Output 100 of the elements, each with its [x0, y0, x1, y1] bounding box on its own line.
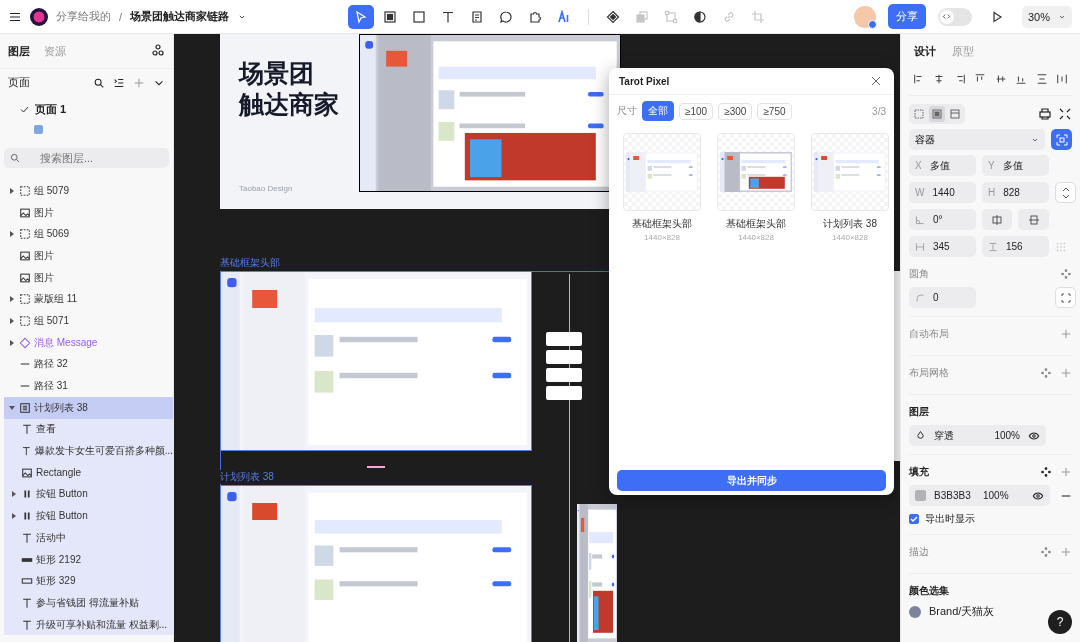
layer-row[interactable]: 路径 32 [4, 353, 173, 376]
align-middle-icon [994, 73, 1007, 85]
size-filter-chip[interactable]: ≥300 [718, 102, 753, 120]
half-circle-icon [693, 9, 707, 24]
frame-thumbnail[interactable] [623, 133, 701, 211]
share-button[interactable]: 分享 [887, 4, 926, 29]
frame-icon [19, 401, 31, 414]
layer-row[interactable]: 参与省钱团 得流量补贴 [4, 592, 173, 614]
file-title[interactable]: 场景团触达商家链路 [130, 9, 230, 24]
size-field[interactable]: W 1440 [909, 182, 976, 203]
color-style-name[interactable]: Brand/天猫灰 [929, 604, 995, 619]
layout-mode-button[interactable] [929, 106, 945, 122]
panel-tab[interactable]: 图层 [8, 43, 30, 59]
dot-grid-icon [1055, 240, 1067, 253]
layer-row[interactable]: 图片 [4, 201, 173, 224]
diamond-icon [19, 336, 31, 349]
layer-row[interactable]: 矩形 2192 [4, 548, 173, 571]
image-icon [19, 206, 31, 219]
text-icon [21, 596, 33, 609]
layer-row[interactable]: 蒙版组 11 [4, 288, 173, 311]
align-left-icon [913, 73, 925, 85]
panel-tab[interactable]: 设计 [914, 44, 936, 59]
slide-footer: Taobao Design [239, 184, 293, 193]
vertical-spacing-field[interactable]: 156 [982, 236, 1049, 257]
height-icon [988, 241, 998, 252]
zoom-dropdown[interactable]: 30% [1021, 5, 1072, 28]
image-icon [19, 271, 31, 284]
page-thumbnail-icon [34, 125, 43, 134]
layer-row[interactable]: 活动中 [4, 527, 173, 549]
type-select[interactable]: 容器 [909, 129, 1045, 150]
filter-label: 尺寸 [617, 104, 637, 118]
caret-icon [8, 338, 16, 347]
position-field[interactable]: X 多值 [909, 155, 976, 176]
layer-row[interactable]: 矩形 329 [4, 570, 173, 593]
puzzle-icon [528, 9, 542, 24]
fill-swatch[interactable] [915, 490, 926, 501]
note-icon [470, 9, 484, 24]
position-field[interactable]: Y 多值 [982, 155, 1049, 176]
blend-mode-field[interactable]: 穿透 100% [909, 425, 1046, 446]
layer-row[interactable]: 查看 [4, 418, 173, 441]
layer-row[interactable]: 图片 [4, 245, 173, 267]
fill-field[interactable]: B3B3B3 100% [909, 485, 1050, 506]
note-card [546, 368, 582, 382]
corner-radius-field[interactable]: 0 [909, 287, 976, 308]
pages-heading: 页面 [8, 75, 31, 90]
breadcrumb-link[interactable]: 分享给我的 [56, 9, 111, 24]
text-icon [441, 9, 455, 24]
breadcrumb-separator: / [119, 10, 123, 23]
frame-thumbnail[interactable] [717, 133, 795, 211]
section-heading: 布局网格 [909, 366, 950, 380]
layer-row[interactable]: 消息 Message [4, 331, 173, 354]
image-icon [19, 249, 31, 262]
layer-search-field[interactable]: 搜索图层... [4, 148, 169, 168]
export-button[interactable]: 导出并同步 [617, 470, 886, 491]
fit-content-button[interactable] [1051, 129, 1072, 150]
speech-bubble-icon [499, 9, 513, 24]
layer-row[interactable]: 计划列表 38 [4, 396, 173, 419]
layout-mode-button[interactable] [947, 106, 963, 122]
layer-row[interactable]: 路径 31 [4, 375, 173, 397]
rotation-field[interactable]: 0° [909, 209, 976, 230]
independent-corners-button[interactable] [1055, 287, 1076, 308]
flip-vertical-button[interactable] [1018, 209, 1049, 230]
check-icon [20, 105, 29, 114]
export-visible-checkbox[interactable]: 导出时显示 [909, 512, 1072, 526]
size-filter-chip[interactable]: ≥100 [679, 102, 714, 120]
layout-mode-button[interactable] [911, 106, 927, 122]
frame-label[interactable]: 基础框架头部 [220, 256, 282, 270]
panel-icon [950, 109, 960, 119]
layer-row[interactable]: 升级可享补贴和流量 权益剩... [4, 613, 173, 636]
app-logo[interactable] [30, 7, 48, 26]
frame-name: 基础框架头部 [726, 217, 786, 231]
layer-row[interactable]: Rectangle [4, 461, 173, 484]
frame-name: 基础框架头部 [632, 217, 692, 231]
layer-row[interactable]: 按钮 Button [4, 505, 173, 527]
dashed-frame-icon [19, 228, 31, 241]
user-avatar[interactable] [853, 5, 876, 28]
four-dots-icon [1040, 546, 1052, 558]
distribute-horizontal-icon [1055, 73, 1068, 85]
cursor-tool[interactable] [348, 4, 374, 29]
size-filter-chip[interactable]: 全部 [642, 101, 674, 121]
page-item[interactable]: 页面 1 [0, 96, 173, 123]
constrain-button[interactable] [1055, 182, 1076, 203]
layer-row[interactable]: 组 5069 [4, 223, 173, 246]
plus-icon [1060, 367, 1072, 379]
layer-row[interactable]: 按钮 Button [4, 483, 173, 506]
layer-row[interactable]: 图片 [4, 266, 173, 289]
layer-row[interactable]: 组 5079 [4, 180, 173, 202]
drop-icon [915, 430, 926, 441]
size-field[interactable]: H 828 [982, 182, 1049, 203]
flip-horizontal-button[interactable] [982, 209, 1012, 230]
rectangle-icon [412, 9, 426, 24]
code-toggle[interactable] [937, 7, 972, 26]
frame-thumbnail[interactable] [811, 133, 889, 211]
frame-label[interactable]: 计划列表 38 [220, 470, 276, 484]
size-filter-chip[interactable]: ≥750 [757, 102, 792, 120]
help-button[interactable]: ? [1048, 610, 1072, 634]
filled-square-icon [932, 109, 942, 119]
layer-row[interactable]: 组 5071 [4, 310, 173, 332]
horizontal-spacing-field[interactable]: 345 [909, 236, 976, 257]
layer-row[interactable]: 爆款发卡女生可爱百搭多种颜... [4, 440, 173, 462]
